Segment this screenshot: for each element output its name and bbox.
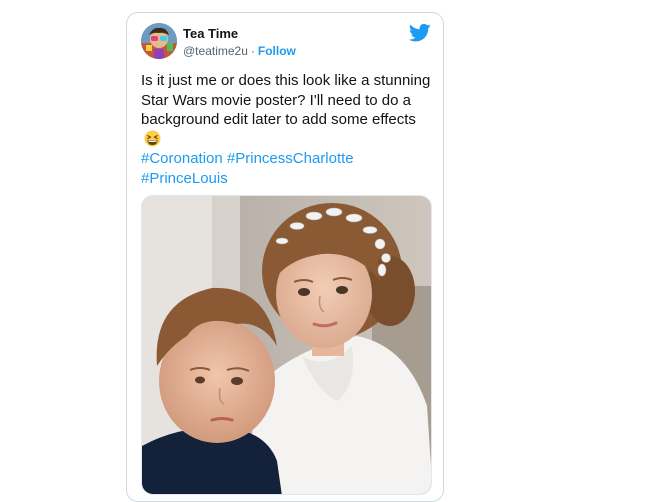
tweet-text: Is it just me or does this look like a s… [141, 72, 431, 128]
author-handle[interactable]: @teatime2u [183, 44, 248, 58]
hashtag-line-2: #PrinceLouis [141, 169, 433, 189]
hashtag-coronation[interactable]: #Coronation [141, 150, 223, 167]
twitter-bird-icon[interactable] [409, 23, 431, 43]
tweet-media-photo[interactable] [141, 195, 432, 495]
author-handle-row: @teatime2u · Follow [183, 43, 296, 59]
follow-button[interactable]: Follow [258, 44, 296, 58]
author-info: Tea Time @teatime2u · Follow [183, 26, 296, 59]
separator-dot: · [250, 44, 255, 58]
photo-two-children-icon [142, 196, 431, 494]
avatar-image-icon [141, 23, 177, 59]
tweet-header: Tea Time @teatime2u · Follow [141, 23, 431, 63]
tweet-text-paragraph: Is it just me or does this look like a s… [141, 71, 433, 149]
author-avatar[interactable] [141, 23, 177, 59]
hashtag-line-1: #Coronation #PrincessCharlotte [141, 149, 433, 169]
grinning-squinting-face-emoji-icon [144, 129, 161, 147]
hashtag-princess-charlotte[interactable]: #PrincessCharlotte [227, 150, 354, 167]
hashtag-prince-louis[interactable]: #PrinceLouis [141, 170, 228, 187]
author-display-name[interactable]: Tea Time [183, 26, 296, 42]
tweet-card: Tea Time @teatime2u · Follow Is it just me… [126, 12, 444, 502]
tweet-body: Is it just me or does this look like a s… [141, 71, 433, 188]
